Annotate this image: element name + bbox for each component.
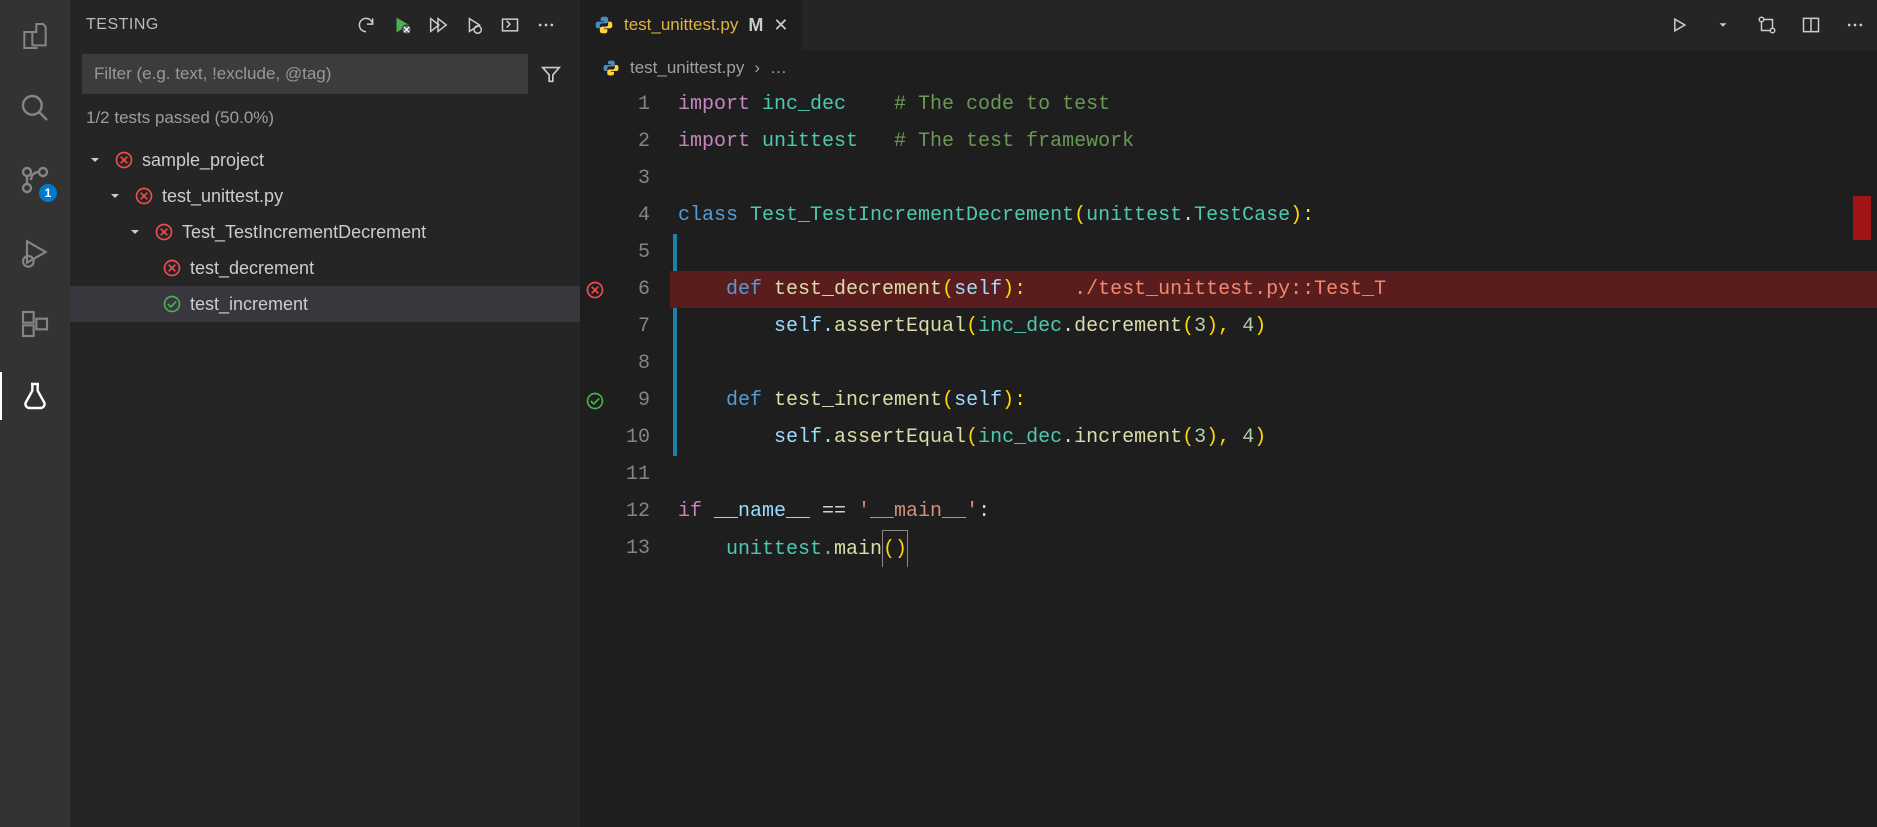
tree-label: sample_project <box>142 150 264 171</box>
testing-sidebar: TESTING 1/2 tests passed (50.0%) sample_… <box>70 0 580 827</box>
run-dropdown-button[interactable] <box>1701 0 1745 50</box>
chevron-right-icon: › <box>754 58 760 78</box>
tests-status: 1/2 tests passed (50.0%) <box>70 98 580 138</box>
glyph-margin <box>580 86 610 567</box>
python-file-icon <box>602 59 620 77</box>
debug-tests-button[interactable] <box>456 7 492 43</box>
fail-icon <box>160 258 184 278</box>
python-file-icon <box>594 15 614 35</box>
run-tests-button[interactable] <box>384 7 420 43</box>
chevron-down-icon <box>84 152 106 168</box>
breadcrumb[interactable]: test_unittest.py › … <box>580 50 1877 86</box>
refresh-tests-button[interactable] <box>348 7 384 43</box>
code-content[interactable]: import inc_dec # The code to test import… <box>670 86 1877 567</box>
tree-test-pass[interactable]: test_increment <box>70 286 580 322</box>
gutter-fail-icon[interactable] <box>580 271 610 308</box>
pass-icon <box>160 294 184 314</box>
editor-more-button[interactable] <box>1833 0 1877 50</box>
sidebar-header: TESTING <box>70 0 580 50</box>
filter-icon[interactable] <box>534 57 568 91</box>
tab-filename: test_unittest.py <box>624 15 738 35</box>
extensions-icon[interactable] <box>11 300 59 348</box>
tree-label: Test_TestIncrementDecrement <box>182 222 426 243</box>
more-actions-button[interactable] <box>528 7 564 43</box>
chevron-down-icon <box>124 224 146 240</box>
run-all-tests-button[interactable] <box>420 7 456 43</box>
source-control-icon[interactable]: 1 <box>11 156 59 204</box>
source-control-badge: 1 <box>39 184 57 202</box>
tree-label: test_decrement <box>190 258 314 279</box>
tab-modified-indicator: M <box>748 15 763 36</box>
compare-changes-button[interactable] <box>1745 0 1789 50</box>
line-numbers: 123 456 789 101112 13 <box>610 86 670 567</box>
fail-icon <box>132 186 156 206</box>
tab-bar: test_unittest.py M ✕ <box>580 0 1877 50</box>
fail-icon <box>152 222 176 242</box>
tree-class[interactable]: Test_TestIncrementDecrement <box>70 214 580 250</box>
breadcrumb-file: test_unittest.py <box>630 58 744 78</box>
explorer-icon[interactable] <box>11 12 59 60</box>
activity-bar: 1 <box>0 0 70 827</box>
run-debug-icon[interactable] <box>11 228 59 276</box>
tree-test-fail[interactable]: test_decrement <box>70 250 580 286</box>
show-output-button[interactable] <box>492 7 528 43</box>
testing-icon[interactable] <box>11 372 59 420</box>
tree-label: test_increment <box>190 294 308 315</box>
editor: test_unittest.py M ✕ test_unittest.py › … <box>580 0 1877 827</box>
tree-label: test_unittest.py <box>162 186 283 207</box>
gutter-pass-icon[interactable] <box>580 382 610 419</box>
run-file-button[interactable] <box>1657 0 1701 50</box>
filter-tests-input[interactable] <box>82 54 528 94</box>
tree-file[interactable]: test_unittest.py <box>70 178 580 214</box>
split-editor-button[interactable] <box>1789 0 1833 50</box>
breadcrumb-more: … <box>770 58 787 78</box>
tree-project[interactable]: sample_project <box>70 142 580 178</box>
editor-tab[interactable]: test_unittest.py M ✕ <box>580 0 802 50</box>
search-icon[interactable] <box>11 84 59 132</box>
close-tab-button[interactable]: ✕ <box>773 15 788 36</box>
code-editor[interactable]: 123 456 789 101112 13 import inc_dec # T… <box>580 86 1877 567</box>
sidebar-title: TESTING <box>86 16 348 34</box>
chevron-down-icon <box>104 188 126 204</box>
fail-icon <box>112 150 136 170</box>
test-tree: sample_project test_unittest.py Test_Tes… <box>70 138 580 326</box>
